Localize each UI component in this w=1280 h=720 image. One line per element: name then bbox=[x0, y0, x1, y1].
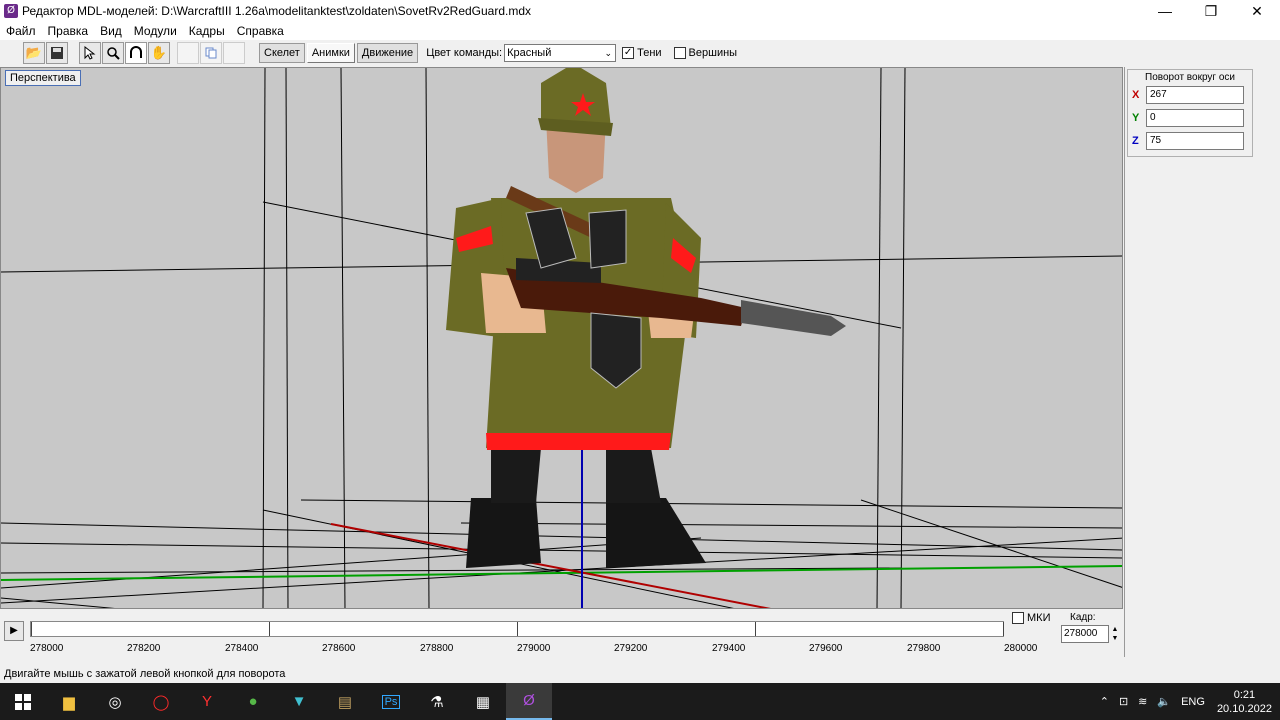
x-axis-label: X bbox=[1132, 89, 1140, 101]
timeline-tick bbox=[517, 622, 518, 636]
vertices-checkbox[interactable] bbox=[673, 47, 686, 59]
clock[interactable]: 0:21 20.10.2022 bbox=[1217, 688, 1272, 716]
notepad-app-icon[interactable]: ▦ bbox=[460, 683, 506, 720]
rotate-icon[interactable] bbox=[125, 42, 147, 64]
window-title: Редактор MDL-моделей: D:\WarcraftIII 1.2… bbox=[22, 4, 532, 18]
menu-help[interactable]: Справка bbox=[231, 24, 290, 38]
menu-modules[interactable]: Модули bbox=[128, 24, 183, 38]
rotation-group: Поворот вокруг оси X 267 Y 0 Z 75 bbox=[1127, 69, 1253, 157]
menu-edit[interactable]: Правка bbox=[42, 24, 95, 38]
language-indicator[interactable]: ENG bbox=[1181, 696, 1205, 708]
timeline-tick bbox=[269, 622, 270, 636]
zoom-icon[interactable] bbox=[102, 42, 124, 64]
timeline: ▶ 278000 278200 278400 278600 278800 279… bbox=[0, 609, 1124, 659]
open-folder-icon[interactable]: 📂 bbox=[23, 42, 45, 64]
perspective-button[interactable]: Перспектива bbox=[5, 70, 81, 86]
viewport-scene bbox=[1, 68, 1122, 608]
taskbar: ▆ ◎ ◯ Y ● ▼ ▤ Ps ⚗ ▦ Ø ⌃ ⊡ ≋ 🔈 ENG 0:21 … bbox=[0, 683, 1280, 720]
close-button[interactable]: ✕ bbox=[1234, 0, 1280, 22]
save-icon[interactable] bbox=[46, 42, 68, 64]
blank-tool-icon[interactable] bbox=[223, 42, 245, 64]
tab-animations[interactable]: Анимки bbox=[306, 43, 355, 63]
mki-checkbox[interactable] bbox=[1012, 612, 1024, 624]
model-viewport[interactable]: Перспектива bbox=[0, 67, 1123, 609]
wifi-icon[interactable]: ≋ bbox=[1138, 695, 1147, 708]
tick-label: 279200 bbox=[614, 643, 648, 654]
frame-label: Кадр: bbox=[1070, 612, 1096, 623]
clock-time: 0:21 bbox=[1233, 688, 1256, 701]
menu-view[interactable]: Вид bbox=[94, 24, 128, 38]
tab-movement[interactable]: Движение bbox=[356, 43, 419, 63]
z-rotation-input[interactable]: 75 bbox=[1146, 132, 1244, 150]
yandex-browser-icon[interactable]: Y bbox=[184, 683, 230, 720]
timeline-tick bbox=[31, 622, 32, 636]
z-axis-label: Z bbox=[1132, 135, 1139, 147]
tab-skeleton[interactable]: Скелет bbox=[259, 43, 305, 63]
tick-label: 280000 bbox=[1004, 643, 1038, 654]
blank-tool-icon[interactable] bbox=[177, 42, 199, 64]
menu-bar: Файл Правка Вид Модули Кадры Справка bbox=[0, 22, 1280, 40]
timeline-tick bbox=[755, 622, 756, 636]
tick-label: 279800 bbox=[907, 643, 941, 654]
clock-date: 20.10.2022 bbox=[1216, 702, 1272, 715]
opera-icon[interactable]: ◯ bbox=[138, 683, 184, 720]
system-tray: ⌃ ⊡ ≋ 🔈 ENG 0:21 20.10.2022 bbox=[1090, 683, 1272, 720]
mdl-editor-taskbar-icon[interactable]: Ø bbox=[506, 683, 552, 720]
network-icon[interactable]: ⊡ bbox=[1119, 695, 1128, 708]
vpn-shield-icon[interactable]: ▼ bbox=[276, 683, 322, 720]
y-rotation-input[interactable]: 0 bbox=[1146, 109, 1244, 127]
app-icon: Ø bbox=[4, 4, 18, 18]
right-panel: Поворот вокруг оси X 267 Y 0 Z 75 bbox=[1124, 67, 1280, 657]
shadows-checkbox[interactable]: ✓ bbox=[622, 47, 635, 59]
soldier-model bbox=[446, 68, 846, 568]
steam-icon[interactable]: ◎ bbox=[92, 683, 138, 720]
minimize-button[interactable]: — bbox=[1142, 0, 1188, 22]
game-app-icon[interactable]: ▤ bbox=[322, 683, 368, 720]
select-arrow-icon[interactable] bbox=[79, 42, 101, 64]
menu-file[interactable]: Файл bbox=[0, 24, 42, 38]
tick-label: 279400 bbox=[712, 643, 746, 654]
mki-group: МКИ bbox=[1012, 612, 1050, 624]
timeline-track[interactable] bbox=[30, 621, 1004, 637]
menu-frames[interactable]: Кадры bbox=[183, 24, 231, 38]
tick-label: 279600 bbox=[809, 643, 843, 654]
frame-input[interactable]: 278000 bbox=[1061, 625, 1109, 643]
utorrent-icon[interactable]: ● bbox=[230, 683, 276, 720]
tick-label: 278800 bbox=[420, 643, 454, 654]
tick-label: 278200 bbox=[127, 643, 161, 654]
tick-label: 278400 bbox=[225, 643, 259, 654]
pan-hand-icon[interactable]: ✋ bbox=[148, 42, 170, 64]
rotation-header: Поворот вокруг оси bbox=[1145, 72, 1235, 83]
shadows-label: Тени bbox=[637, 47, 662, 59]
team-color-select[interactable]: Красный ⌄ bbox=[504, 44, 617, 62]
file-explorer-icon[interactable]: ▆ bbox=[46, 683, 92, 720]
tick-label: 278000 bbox=[30, 643, 64, 654]
photoshop-icon[interactable]: Ps bbox=[368, 683, 414, 720]
chevron-up-icon[interactable]: ⌃ bbox=[1100, 695, 1109, 708]
chevron-down-icon: ⌄ bbox=[604, 48, 613, 58]
flask-app-icon[interactable]: ⚗ bbox=[414, 683, 460, 720]
timeline-tick bbox=[1003, 622, 1004, 636]
windows-start-icon[interactable] bbox=[0, 683, 46, 720]
y-axis-label: Y bbox=[1132, 112, 1140, 124]
team-color-value: Красный bbox=[507, 47, 552, 59]
title-bar: Ø Редактор MDL-моделей: D:\WarcraftIII 1… bbox=[0, 0, 1280, 22]
vertices-label: Вершины bbox=[688, 47, 738, 59]
x-rotation-input[interactable]: 267 bbox=[1146, 86, 1244, 104]
play-icon[interactable]: ▶ bbox=[4, 621, 24, 641]
status-bar: Двигайте мышь с зажатой левой кнопкой дл… bbox=[0, 665, 1280, 683]
copy-icon[interactable] bbox=[200, 42, 222, 64]
mki-label: МКИ bbox=[1027, 612, 1051, 624]
team-color-label: Цвет команды: bbox=[426, 47, 503, 59]
tick-label: 278600 bbox=[322, 643, 356, 654]
tick-label: 279000 bbox=[517, 643, 551, 654]
frame-spinner[interactable]: ▲ ▼ bbox=[1109, 625, 1121, 643]
volume-icon[interactable]: 🔈 bbox=[1157, 695, 1171, 708]
maximize-button[interactable]: ❐ bbox=[1188, 0, 1234, 22]
toolbar: 📂 ✋ Скелет Анимки Движение Цвет команды:… bbox=[0, 40, 1280, 66]
